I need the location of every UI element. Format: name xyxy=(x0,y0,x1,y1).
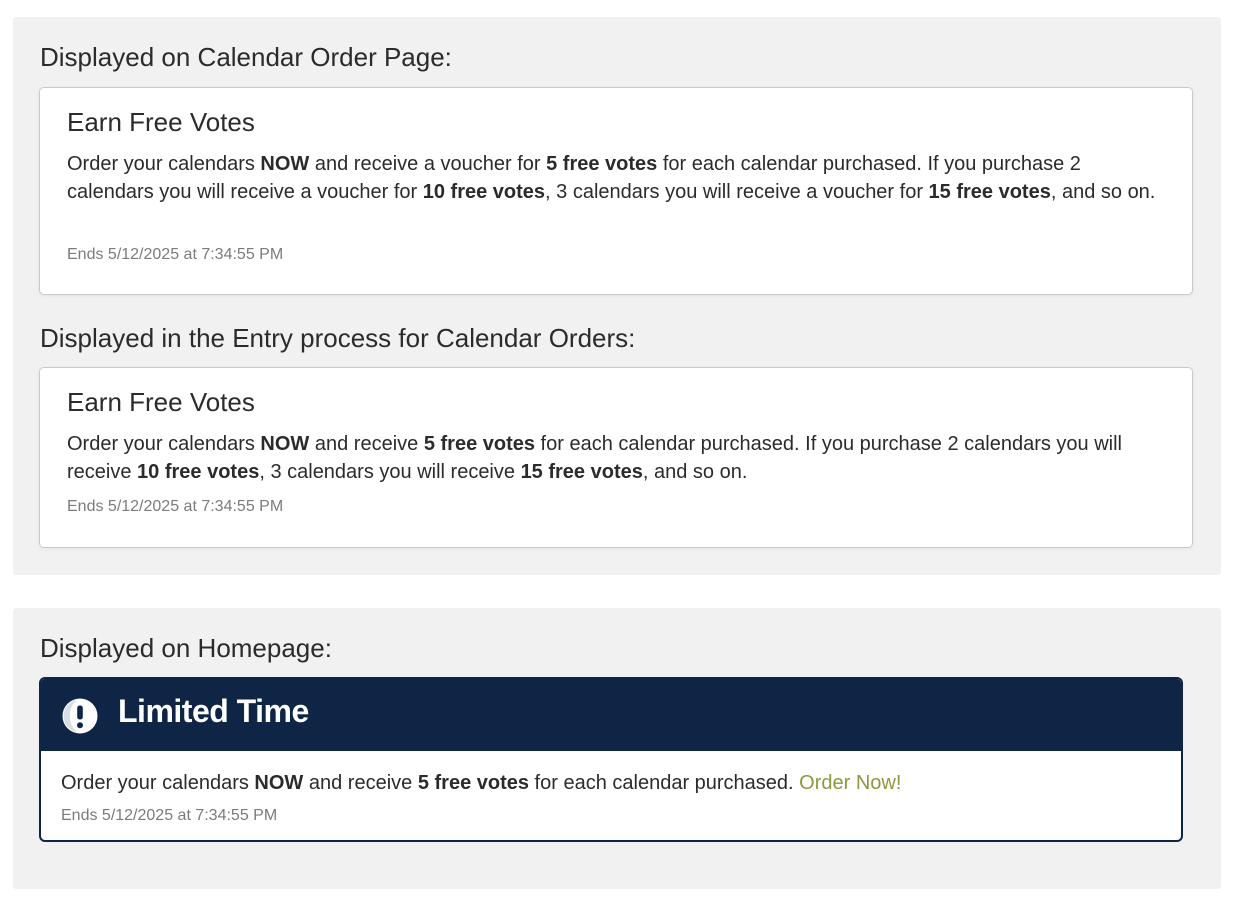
end-date: Ends 5/12/2025 at 7:34:55 PM xyxy=(67,246,284,263)
section-heading-order-page: Displayed on Calendar Order Page: xyxy=(40,42,452,72)
emphasis-text: 10 free votes xyxy=(422,181,546,203)
emphasis-text: NOW xyxy=(260,433,310,455)
text-segment: for each calendar purchased. xyxy=(529,772,800,794)
section-heading-homepage: Displayed on Homepage: xyxy=(40,633,332,663)
end-date: Ends 5/12/2025 at 7:34:55 PM xyxy=(61,807,278,824)
text-segment: Order your calendars xyxy=(61,772,255,794)
alert-message: Order your calendars NOW and receive 5 f… xyxy=(61,772,799,794)
emphasis-text: NOW xyxy=(260,153,310,175)
text-segment: , 3 calendars you will receive a voucher… xyxy=(545,181,929,203)
section-heading-entry-process: Displayed in the Entry process for Calen… xyxy=(40,323,636,353)
emphasis-text: 5 free votes xyxy=(546,153,658,175)
preview-section-homepage: Displayed on Homepage: Limited Time Orde… xyxy=(13,608,1221,889)
alert-text: Order your calendars NOW and receive 5 f… xyxy=(61,772,901,795)
emphasis-text: 5 free votes xyxy=(423,433,535,455)
emphasis-text: NOW xyxy=(254,772,304,794)
exclamation-circle-icon xyxy=(62,698,98,734)
alert-header: Limited Time xyxy=(41,679,1181,751)
promo-card-entry-process: Earn Free Votes Order your calendars NOW… xyxy=(39,367,1193,548)
text-segment: , 3 calendars you will receive xyxy=(259,461,521,483)
text-segment: , and so on. xyxy=(642,461,748,483)
end-date: Ends 5/12/2025 at 7:34:55 PM xyxy=(67,498,284,515)
emphasis-text: 15 free votes xyxy=(520,461,643,483)
emphasis-text: 5 free votes xyxy=(417,772,529,794)
limited-time-alert: Limited Time Order your calendars NOW an… xyxy=(39,677,1183,842)
alert-title: Limited Time xyxy=(118,693,309,729)
emphasis-text: 15 free votes xyxy=(928,181,1051,203)
card-title: Earn Free Votes xyxy=(67,107,255,137)
card-text: Order your calendars NOW and receive a v… xyxy=(67,150,1162,206)
emphasis-text: 10 free votes xyxy=(137,461,260,483)
card-title: Earn Free Votes xyxy=(67,387,255,417)
order-now-link[interactable]: Order Now! xyxy=(799,772,901,794)
text-segment: Order your calendars xyxy=(67,153,261,175)
card-text: Order your calendars NOW and receive 5 f… xyxy=(67,430,1162,486)
text-segment: , and so on. xyxy=(1050,181,1156,203)
text-segment: and receive xyxy=(309,433,424,455)
preview-section-calendar: Displayed on Calendar Order Page: Earn F… xyxy=(13,17,1221,575)
promo-card-order-page: Earn Free Votes Order your calendars NOW… xyxy=(39,87,1193,295)
text-segment: and receive xyxy=(303,772,418,794)
text-segment: Order your calendars xyxy=(67,433,261,455)
text-segment: and receive a voucher for xyxy=(309,153,547,175)
